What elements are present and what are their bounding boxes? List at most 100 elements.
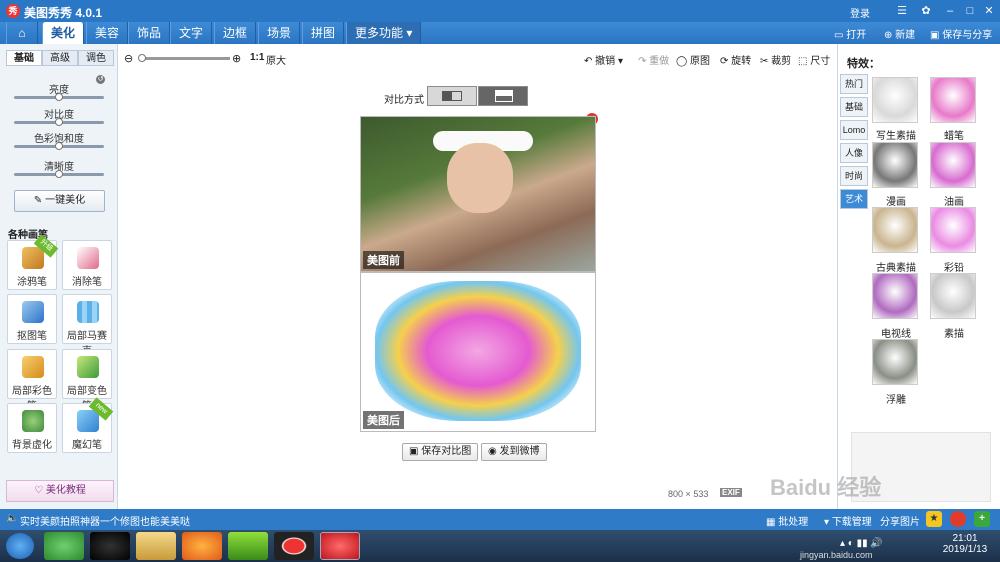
subtab-basic[interactable]: 基础	[6, 50, 42, 66]
effect-thumb[interactable]	[872, 77, 918, 123]
brush-icon	[22, 247, 44, 269]
effect-thumb[interactable]	[930, 207, 976, 253]
local-recolor-pen-tool[interactable]: 局部变色笔	[62, 349, 112, 412]
effect-label: 素描	[944, 329, 964, 340]
sharpness-slider[interactable]	[14, 170, 104, 178]
brightness-slider[interactable]	[14, 93, 104, 101]
open-button[interactable]: ▭ 打开	[834, 26, 866, 41]
tab-beautify[interactable]: 美化	[42, 22, 85, 44]
effect-label: 浮雕	[886, 395, 906, 406]
taskbar-firefox-icon[interactable]	[182, 532, 222, 560]
effect-thumb[interactable]	[872, 142, 918, 188]
taskbar-explorer-icon[interactable]	[136, 532, 176, 560]
compare-side-by-side-button[interactable]	[427, 86, 477, 106]
zoom-slider-knob[interactable]	[138, 54, 146, 62]
slider-knob[interactable]	[55, 142, 63, 150]
zoom-out-icon[interactable]: ⊖	[124, 52, 133, 65]
effect-thumb[interactable]	[930, 273, 976, 319]
plus-icon[interactable]: +	[974, 511, 990, 527]
minimize-icon[interactable]: –	[942, 3, 958, 19]
save-compare-button[interactable]: ▣ 保存对比图	[402, 443, 479, 461]
undo-button[interactable]: ↶ 撤销 ▾	[584, 52, 623, 67]
clock[interactable]: 21:01 2019/1/13	[940, 533, 990, 555]
exif-button[interactable]: EXIF	[720, 488, 742, 497]
tab-more[interactable]: 更多功能 ▾	[346, 22, 422, 44]
ratio-1-1-button[interactable]: 1:1	[250, 52, 264, 63]
category-basic[interactable]: 基础	[840, 97, 868, 117]
save-share-button[interactable]: ▣ 保存与分享	[930, 26, 992, 41]
original-button[interactable]: ◯ 原图	[676, 52, 710, 67]
size-button[interactable]: ⬚ 尺寸	[798, 52, 830, 67]
login-link[interactable]: 登录	[850, 5, 870, 20]
tab-accessories[interactable]: 饰品	[128, 22, 171, 44]
status-bar: 🔈 实时美颜拍照神器一个修图也能美美哒 ▦ 批处理 ▾ 下载管理 分享图片 ★ …	[0, 509, 1000, 530]
category-fashion[interactable]: 时尚	[840, 166, 868, 186]
tab-scene[interactable]: 场景	[258, 22, 301, 44]
taskbar-app-1-icon[interactable]	[44, 532, 84, 560]
zoom-in-icon[interactable]: ⊕	[232, 52, 241, 65]
status-message[interactable]: 实时美颜拍照神器一个修图也能美美哒	[20, 513, 190, 528]
tab-frame[interactable]: 边框	[214, 22, 257, 44]
share-button[interactable]: 分享图片	[880, 513, 920, 528]
subtab-color[interactable]: 调色	[78, 50, 114, 66]
saturation-slider[interactable]	[14, 142, 104, 150]
new-button[interactable]: ⊕ 新建	[884, 26, 915, 41]
taskbar-qq-icon[interactable]	[90, 532, 130, 560]
maximize-icon[interactable]: □	[962, 3, 978, 19]
taskbar-recorder-icon[interactable]	[274, 532, 314, 560]
category-hot[interactable]: 热门	[840, 74, 868, 94]
download-button[interactable]: ▾ 下载管理	[824, 513, 872, 528]
effect-thumb[interactable]	[930, 77, 976, 123]
effect-label: 油画	[944, 197, 964, 208]
close-icon[interactable]: ✕	[981, 3, 997, 19]
tutorial-label: 美化教程	[45, 485, 86, 496]
subtab-advanced[interactable]: 高级	[42, 50, 78, 66]
background-blur-tool[interactable]: 背景虚化	[7, 403, 57, 453]
eraser-pen-tool[interactable]: 消除笔	[62, 240, 112, 290]
category-portrait[interactable]: 人像	[840, 143, 868, 163]
star-icon[interactable]: ★	[926, 511, 942, 527]
effect-thumb[interactable]	[872, 339, 918, 385]
send-weibo-button[interactable]: ◉ 发到微博	[481, 443, 547, 461]
cutout-pen-tool[interactable]: 抠图笔	[7, 294, 57, 344]
beautify-tutorial-button[interactable]: ♡ 美化教程	[6, 480, 114, 502]
tab-text[interactable]: 文字	[170, 22, 213, 44]
image-size: 800 × 533	[668, 489, 708, 499]
send-weibo-label: 发到微博	[499, 446, 540, 457]
contrast-slider[interactable]	[14, 118, 104, 126]
compare-stacked-button[interactable]	[478, 86, 528, 106]
effect-thumb[interactable]	[872, 207, 918, 253]
speaker-icon[interactable]: 🔈	[6, 513, 18, 524]
batch-button[interactable]: ▦ 批处理	[766, 513, 808, 528]
tray-icons[interactable]: ▴ ◐ ▮▮ 🔊	[840, 538, 883, 549]
magic-pen-tool[interactable]: new 魔幻笔	[62, 397, 114, 453]
category-lomo[interactable]: Lomo	[840, 120, 868, 140]
doodle-pen-tool[interactable]: 升级 涂鸦笔	[7, 234, 59, 290]
effect-thumb[interactable]	[930, 142, 976, 188]
slider-knob[interactable]	[55, 118, 63, 126]
local-color-pen-tool[interactable]: 局部彩色笔	[7, 349, 57, 412]
taskbar-media-icon[interactable]	[228, 532, 268, 560]
start-button-icon[interactable]	[6, 533, 34, 559]
one-key-label: 一键美化	[45, 195, 86, 206]
skin-icon[interactable]: ✿	[918, 3, 934, 19]
slider-knob[interactable]	[55, 93, 63, 101]
slider-knob[interactable]	[55, 170, 63, 178]
actual-size-button[interactable]: 原大	[266, 52, 286, 67]
taskbar-meitu-icon[interactable]	[320, 532, 360, 560]
eraser-icon	[77, 247, 99, 269]
rotate-button[interactable]: ⟳ 旋转	[720, 52, 751, 67]
category-art[interactable]: 艺术	[840, 189, 868, 209]
effect-thumb[interactable]	[872, 273, 918, 319]
one-key-beautify-button[interactable]: ✎ 一键美化	[14, 190, 105, 212]
weibo-icon[interactable]	[950, 511, 966, 527]
home-icon[interactable]: ⌂	[6, 22, 38, 44]
crop-button[interactable]: ✂ 裁剪	[760, 52, 791, 67]
zoom-slider[interactable]	[138, 54, 230, 62]
redo-button[interactable]: ↷ 重做	[638, 52, 669, 67]
tab-collage[interactable]: 拼图	[302, 22, 345, 44]
tab-beauty[interactable]: 美容	[86, 22, 129, 44]
mosaic-tool[interactable]: 局部马赛克	[62, 294, 112, 357]
settings-icon[interactable]: ☰	[894, 3, 910, 19]
side-by-side-icon	[442, 91, 462, 101]
